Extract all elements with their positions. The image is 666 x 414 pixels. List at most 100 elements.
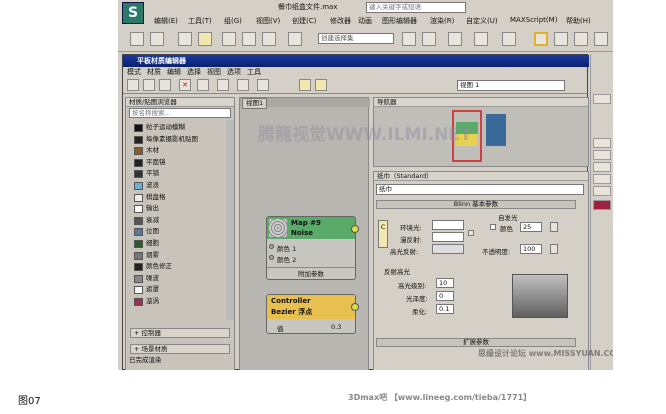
undo-icon[interactable] xyxy=(130,32,144,46)
menu-views[interactable]: 视图(V) xyxy=(256,16,280,26)
browser-scrollbar[interactable] xyxy=(226,120,234,320)
command-panel-tab-6[interactable] xyxy=(593,186,611,196)
input-socket-icon[interactable] xyxy=(269,244,274,249)
opacity-map-button[interactable] xyxy=(550,244,558,254)
menu-customize[interactable]: 自定义(U) xyxy=(466,16,498,26)
list-item[interactable]: 漩涡 xyxy=(134,296,159,308)
layout-children-icon[interactable] xyxy=(315,79,327,91)
list-item[interactable]: 位图 xyxy=(134,226,159,238)
editor-menu-edit[interactable]: 编辑 xyxy=(167,67,181,78)
list-item[interactable]: 烟雾 xyxy=(134,250,159,262)
browser-search[interactable]: 按名称搜索... xyxy=(129,108,231,118)
command-panel-tab-4[interactable] xyxy=(593,162,611,172)
menu-graph-editors[interactable]: 图形编辑器 xyxy=(382,16,417,26)
show-map-icon[interactable] xyxy=(237,79,249,91)
specular-color-swatch[interactable] xyxy=(432,244,464,254)
list-item[interactable]: 噪波 xyxy=(134,273,159,285)
move-icon[interactable] xyxy=(178,32,192,46)
noise-map-node[interactable]: Map #9 Noise 颜色 1 颜色 2 附加参数 xyxy=(266,216,359,280)
pick-material-icon[interactable] xyxy=(143,79,155,91)
render-setup-icon[interactable] xyxy=(554,32,568,46)
self-illum-color-checkbox[interactable] xyxy=(490,224,496,230)
menu-animation[interactable]: 动画 xyxy=(358,16,372,26)
menu-modifiers[interactable]: 修改器 xyxy=(330,16,351,26)
snap-icon[interactable] xyxy=(222,32,236,46)
list-item[interactable]: 每像素摄影机贴图 xyxy=(134,134,198,146)
show-background-icon[interactable] xyxy=(257,79,269,91)
editor-menu-material[interactable]: 材质 xyxy=(147,67,161,78)
edit-named-icon[interactable] xyxy=(288,32,302,46)
render-frame-icon[interactable] xyxy=(574,32,588,46)
menu-help[interactable]: 帮助(H) xyxy=(566,16,591,26)
command-panel-tab-1[interactable] xyxy=(593,94,611,104)
editor-menu-tools[interactable]: 工具 xyxy=(247,67,261,78)
command-panel-swatch[interactable] xyxy=(593,200,611,210)
selection-set-dropdown[interactable]: 创建选择集 xyxy=(318,33,394,44)
pick-icon[interactable] xyxy=(127,79,139,91)
list-item[interactable]: 衰减 xyxy=(134,215,159,227)
ambient-color-swatch[interactable] xyxy=(432,220,464,230)
move-children-icon[interactable] xyxy=(197,79,209,91)
put-material-icon[interactable] xyxy=(159,79,171,91)
list-item[interactable]: 细胞 xyxy=(134,238,159,250)
self-illum-map-button[interactable] xyxy=(550,222,558,232)
command-panel-tab-3[interactable] xyxy=(593,150,611,160)
list-item[interactable]: 遮罩 xyxy=(134,284,159,296)
link-icon[interactable] xyxy=(150,32,164,46)
list-item[interactable]: 输出 xyxy=(134,203,159,215)
delete-icon[interactable]: ✕ xyxy=(179,79,191,91)
soften-value[interactable]: 0.1 xyxy=(436,304,454,314)
menu-create[interactable]: 创建(C) xyxy=(292,16,316,26)
render-icon[interactable] xyxy=(594,32,608,46)
align-icon[interactable] xyxy=(422,32,436,46)
editor-menu-mode[interactable]: 模式 xyxy=(127,67,141,78)
blinn-rollout[interactable]: Blinn 基本参数 xyxy=(376,200,576,209)
material-name-field[interactable]: 纸巾 xyxy=(376,184,584,195)
list-item[interactable]: 木材 xyxy=(134,145,159,157)
output-socket-icon[interactable] xyxy=(351,225,359,233)
editor-menu-select[interactable]: 选择 xyxy=(187,67,201,78)
list-item[interactable]: 棋盘格 xyxy=(134,192,166,204)
command-panel-tab-2[interactable] xyxy=(593,138,611,148)
extended-params-rollout[interactable]: 扩展参数 xyxy=(376,338,576,347)
node-footer[interactable]: 附加参数 xyxy=(267,267,355,279)
layout-all-icon[interactable] xyxy=(299,79,311,91)
output-socket-icon[interactable] xyxy=(351,303,359,311)
schematic-icon[interactable] xyxy=(502,32,516,46)
menu-maxscript[interactable]: MAXScript(M) xyxy=(510,16,557,24)
slot-color1[interactable]: 颜色 1 xyxy=(277,243,296,253)
glossiness-value[interactable]: 0 xyxy=(436,291,454,301)
controllers-section[interactable]: + 控制器 xyxy=(130,328,230,338)
search-input[interactable]: 键入关键字或短语 xyxy=(366,2,466,13)
scene-materials-section[interactable]: + 场景材质 xyxy=(130,344,230,354)
view-dropdown[interactable]: 视图 1 xyxy=(457,80,565,91)
list-item[interactable]: 颜色修正 xyxy=(134,261,172,273)
slot-color2[interactable]: 颜色 2 xyxy=(277,254,296,264)
tab-view1[interactable]: 视图1 xyxy=(242,98,268,109)
material-editor-icon[interactable] xyxy=(534,32,548,46)
opacity-value[interactable]: 100 xyxy=(520,244,542,254)
list-item[interactable]: 粒子运动模糊 xyxy=(134,122,185,134)
lock-c-button[interactable]: C xyxy=(378,220,388,248)
command-panel-tab-5[interactable] xyxy=(593,174,611,184)
editor-menu-options[interactable]: 选项 xyxy=(227,67,241,78)
gloss-level-value[interactable]: 10 xyxy=(436,278,454,288)
controller-value[interactable]: 0.3 xyxy=(331,323,341,331)
menu-edit[interactable]: 编辑(E) xyxy=(154,16,178,26)
diffuse-map-button[interactable] xyxy=(468,230,474,236)
editor-menu-view[interactable]: 视图 xyxy=(207,67,221,78)
angle-snap-icon[interactable] xyxy=(242,32,256,46)
select-icon[interactable] xyxy=(198,32,212,46)
layout-icon[interactable] xyxy=(217,79,229,91)
app-logo[interactable]: S xyxy=(122,2,144,24)
list-item[interactable]: 波浪 xyxy=(134,180,159,192)
menu-tools[interactable]: 工具(T) xyxy=(188,16,212,26)
percent-snap-icon[interactable] xyxy=(262,32,276,46)
input-socket-icon[interactable] xyxy=(269,255,274,260)
bezier-controller-node[interactable]: Controller Bezier 浮点 值 0.3 xyxy=(266,294,359,334)
diffuse-color-swatch[interactable] xyxy=(432,232,464,242)
menu-group[interactable]: 组(G) xyxy=(224,16,242,26)
list-item[interactable]: 平面镜 xyxy=(134,157,166,169)
list-item[interactable]: 平铺 xyxy=(134,168,159,180)
layer-icon[interactable] xyxy=(448,32,462,46)
